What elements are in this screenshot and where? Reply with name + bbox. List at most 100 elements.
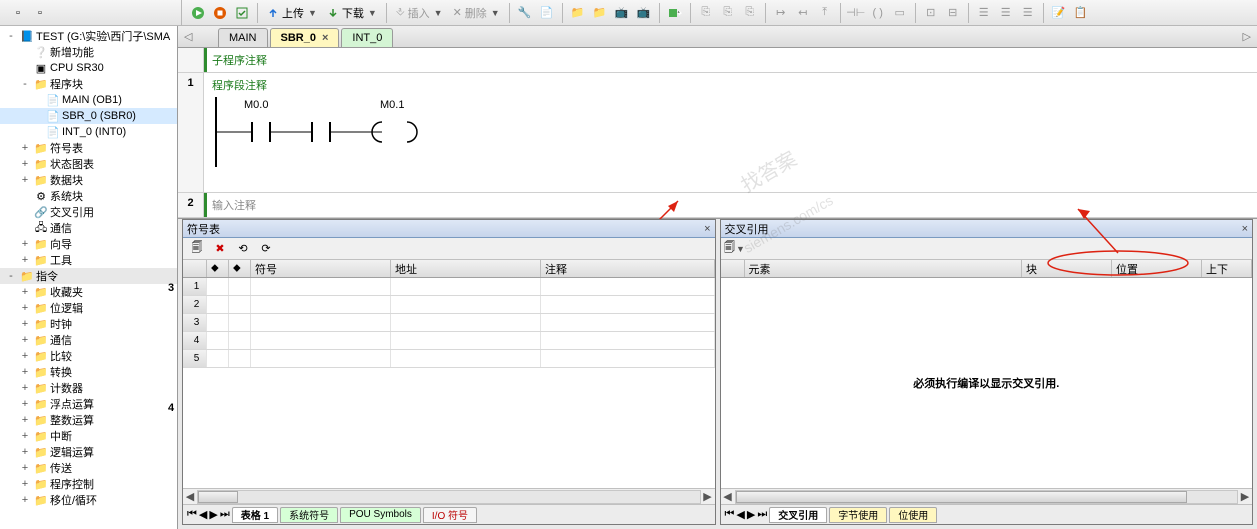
box-icon[interactable]: ▭	[890, 3, 910, 23]
cell-address[interactable]	[391, 350, 541, 367]
mini-icon-1[interactable]: ▫	[8, 3, 28, 23]
expand-icon[interactable]: +	[18, 494, 32, 506]
tree-instr-item[interactable]: +📁收藏夹	[0, 284, 177, 300]
tool-icon[interactable]: 📁	[590, 3, 610, 23]
expand-icon[interactable]: -	[4, 270, 18, 282]
cell[interactable]	[229, 350, 251, 367]
mini-icon-2[interactable]: ▫	[30, 3, 50, 23]
cell-address[interactable]	[391, 332, 541, 349]
col-element[interactable]: 元素	[745, 260, 1023, 277]
stop-icon[interactable]	[210, 3, 230, 23]
tool-icon[interactable]: 🗐	[187, 239, 207, 259]
tabbar-nav-first-icon[interactable]: ⏮	[725, 508, 735, 521]
tabbar-nav-next-icon[interactable]: ▶	[747, 508, 755, 521]
tree-instr-item[interactable]: +📁转换	[0, 364, 177, 380]
scroll-thumb[interactable]	[736, 491, 1187, 503]
symbol-grid-body[interactable]: 12345	[183, 278, 715, 488]
panel-tab-table[interactable]: 表格 1	[232, 507, 278, 523]
cell[interactable]	[229, 296, 251, 313]
col-updown[interactable]: 上下	[1202, 260, 1252, 277]
tool-icon[interactable]: ⟲	[233, 239, 253, 259]
col-pos[interactable]: 位置	[1112, 260, 1202, 277]
table-row[interactable]: 5	[183, 350, 715, 368]
tabbar-nav-prev-icon[interactable]: ◀	[736, 508, 744, 521]
run-icon[interactable]	[188, 3, 208, 23]
download-button[interactable]: 下载▼	[323, 3, 381, 23]
tool-icon[interactable]: ⎘	[718, 3, 738, 23]
tool-icon[interactable]: 📁	[568, 3, 588, 23]
expand-icon[interactable]: +	[18, 382, 32, 394]
expand-icon[interactable]: +	[18, 398, 32, 410]
goto-icon[interactable]	[665, 3, 685, 23]
tree-instr-item[interactable]: +📁时钟	[0, 316, 177, 332]
tab-scroll-right-icon[interactable]: ▷	[1243, 30, 1251, 43]
col-block[interactable]: 块	[1022, 260, 1112, 277]
panel-tab-bit[interactable]: 位使用	[889, 507, 937, 523]
tool-icon[interactable]: 🗐▼	[725, 239, 745, 259]
cell-symbol[interactable]	[251, 332, 391, 349]
cell[interactable]	[207, 314, 229, 331]
cell[interactable]	[207, 332, 229, 349]
expand-icon[interactable]: +	[18, 286, 32, 298]
cell-symbol[interactable]	[251, 314, 391, 331]
tabbar-nav-prev-icon[interactable]: ◀	[199, 508, 207, 521]
scroll-right-icon[interactable]: ▶	[701, 489, 715, 503]
expand-icon[interactable]	[18, 206, 32, 218]
tool-icon[interactable]: ⎘	[696, 3, 716, 23]
tree-instructions[interactable]: - 📁 指令	[0, 268, 177, 284]
panel-tab-xref[interactable]: 交叉引用	[769, 507, 827, 523]
panel-hscroll[interactable]: ◀ ▶	[721, 488, 1253, 504]
cell-address[interactable]	[391, 278, 541, 295]
tool-icon[interactable]: ☰	[996, 3, 1016, 23]
tree-item[interactable]: +📁工具	[0, 252, 177, 268]
expand-icon[interactable]: -	[4, 30, 18, 42]
scroll-right-icon[interactable]: ▶	[1238, 489, 1252, 503]
scroll-thumb[interactable]	[198, 491, 238, 503]
tool-icon[interactable]: 📄	[537, 3, 557, 23]
tree-instr-item[interactable]: +📁移位/循环	[0, 492, 177, 508]
cell-comment[interactable]	[541, 278, 715, 295]
tab-scroll-left-icon[interactable]: ◁	[184, 30, 192, 43]
expand-icon[interactable]	[18, 222, 32, 234]
cell-address[interactable]	[391, 314, 541, 331]
tab-sbr[interactable]: SBR_0×	[270, 28, 340, 47]
tree-instr-item[interactable]: +📁通信	[0, 332, 177, 348]
tree-item[interactable]: +📁数据块	[0, 172, 177, 188]
tool-icon[interactable]: ⎘	[740, 3, 760, 23]
table-row[interactable]: 2	[183, 296, 715, 314]
tool-icon[interactable]: 📝	[1049, 3, 1069, 23]
col-symbol[interactable]: 符号	[251, 260, 391, 277]
tree-item[interactable]: ⚙系统块	[0, 188, 177, 204]
tool-icon[interactable]: 📺	[634, 3, 654, 23]
col-comment[interactable]: 注释	[541, 260, 715, 277]
panel-tab-io[interactable]: I/O 符号	[423, 507, 477, 523]
cell[interactable]	[229, 278, 251, 295]
expand-icon[interactable]	[18, 190, 32, 202]
expand-icon[interactable]: +	[18, 446, 32, 458]
cell-symbol[interactable]	[251, 296, 391, 313]
tab-int[interactable]: INT_0	[341, 28, 393, 47]
tabbar-nav-last-icon[interactable]: ⏭	[220, 508, 230, 521]
expand-icon[interactable]	[18, 46, 32, 58]
tool-icon[interactable]: ⊡	[921, 3, 941, 23]
cell-symbol[interactable]	[251, 350, 391, 367]
tree-item[interactable]: +📁状态图表	[0, 156, 177, 172]
tree-instr-item[interactable]: +📁比较	[0, 348, 177, 364]
close-icon[interactable]: ×	[322, 32, 328, 44]
expand-icon[interactable]	[18, 62, 32, 74]
tool-icon[interactable]: ☰	[1018, 3, 1038, 23]
tool-icon[interactable]: 📋	[1071, 3, 1091, 23]
delete-icon[interactable]: ✖	[210, 239, 230, 259]
expand-icon[interactable]: +	[18, 318, 32, 330]
tree-instr-item[interactable]: +📁程序控制	[0, 476, 177, 492]
insert-button[interactable]: ⎀ 插入▼	[392, 3, 447, 23]
tool-icon[interactable]: 📺	[612, 3, 632, 23]
panel-tab-pou[interactable]: POU Symbols	[340, 507, 421, 523]
cell[interactable]	[207, 296, 229, 313]
tree-instr-item[interactable]: +📁整数运算	[0, 412, 177, 428]
tree-item[interactable]: 📄MAIN (OB1)	[0, 92, 177, 108]
expand-icon[interactable]: +	[18, 350, 32, 362]
close-icon[interactable]: ×	[1242, 223, 1248, 235]
cell[interactable]	[229, 314, 251, 331]
delete-button[interactable]: ✕ 删除▼	[449, 3, 504, 23]
